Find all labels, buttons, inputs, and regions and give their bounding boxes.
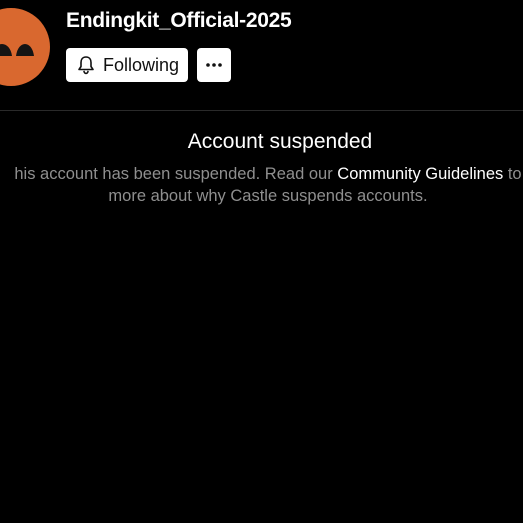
community-guidelines-link[interactable]: Community Guidelines [337,165,503,183]
profile-username: Endingkit_Official-2025 [66,9,292,32]
suspension-message-line1: his account has been suspended. Read our… [0,163,523,185]
header-divider [0,110,523,111]
suspension-title: Account suspended [187,130,373,153]
more-horizontal-icon [206,63,222,67]
suspension-message: his account has been suspended. Read our… [0,163,523,207]
avatar-face-icon [0,44,34,56]
suspension-text-before: his account has been suspended. Read our [14,165,338,183]
suspension-text-after: to [503,165,522,183]
bell-icon [77,55,95,75]
suspension-message-line2: more about why Castle suspends accounts. [108,187,428,205]
following-label: Following [103,54,180,75]
more-options-button[interactable] [197,48,231,82]
profile-page: Endingkit_Official-2025 Following Accoun… [0,0,523,523]
following-button[interactable]: Following [66,48,188,82]
avatar[interactable] [0,8,50,86]
